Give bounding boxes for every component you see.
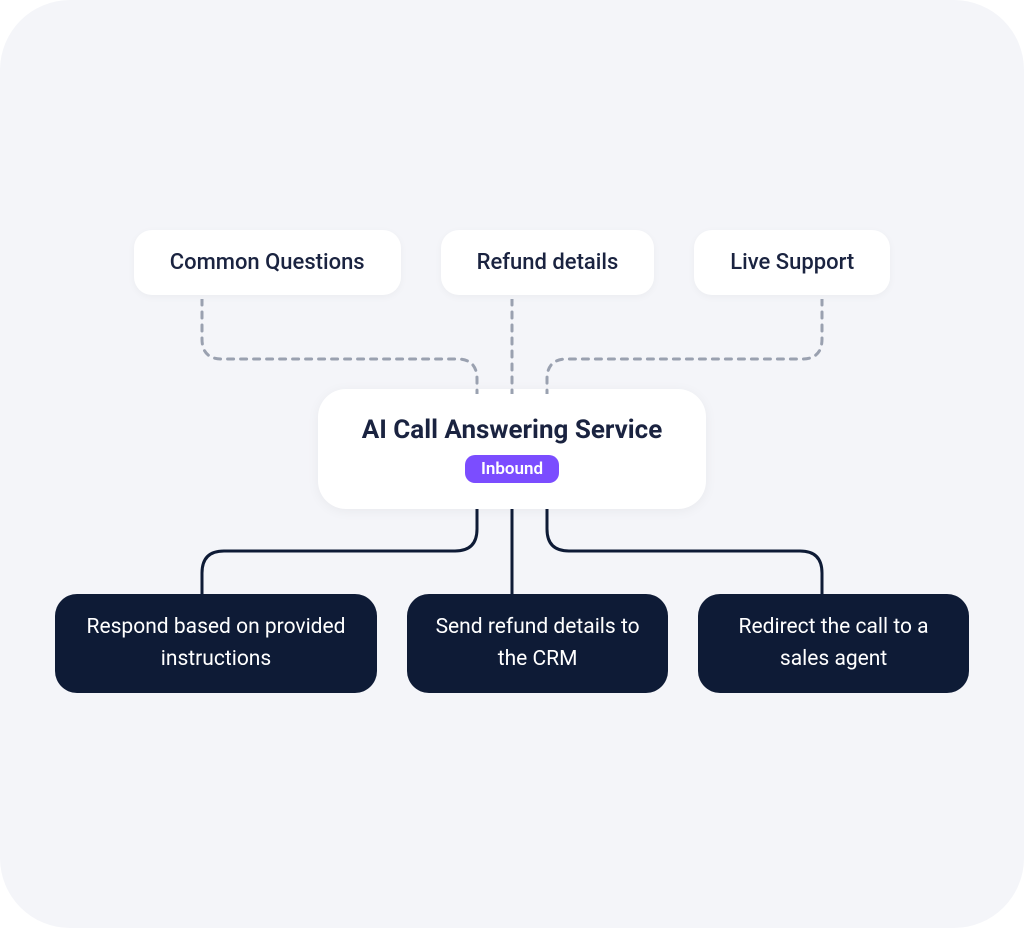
input-row: Common Questions Refund details Live Sup… xyxy=(0,230,1024,295)
output-card-respond: Respond based on provided instructions xyxy=(55,594,377,693)
output-card-refund: Send refund details to the CRM xyxy=(407,594,668,693)
diagram-container: Common Questions Refund details Live Sup… xyxy=(0,0,1024,928)
output-label: Respond based on provided instructions xyxy=(87,615,346,671)
output-label: Send refund details to the CRM xyxy=(436,615,640,671)
output-label: Redirect the call to a sales agent xyxy=(739,615,929,671)
input-label: Common Questions xyxy=(170,250,365,275)
inbound-badge: Inbound xyxy=(465,455,559,483)
output-row: Respond based on provided instructions S… xyxy=(0,594,1024,693)
input-card-live-support: Live Support xyxy=(694,230,890,295)
bottom-connectors xyxy=(0,509,1024,594)
top-connectors xyxy=(0,299,1024,389)
input-card-refund-details: Refund details xyxy=(441,230,655,295)
center-title: AI Call Answering Service xyxy=(362,415,663,445)
center-card: AI Call Answering Service Inbound xyxy=(318,389,707,509)
input-label: Live Support xyxy=(730,250,854,275)
input-card-common-questions: Common Questions xyxy=(134,230,401,295)
input-label: Refund details xyxy=(477,250,619,275)
output-card-redirect: Redirect the call to a sales agent xyxy=(698,594,969,693)
